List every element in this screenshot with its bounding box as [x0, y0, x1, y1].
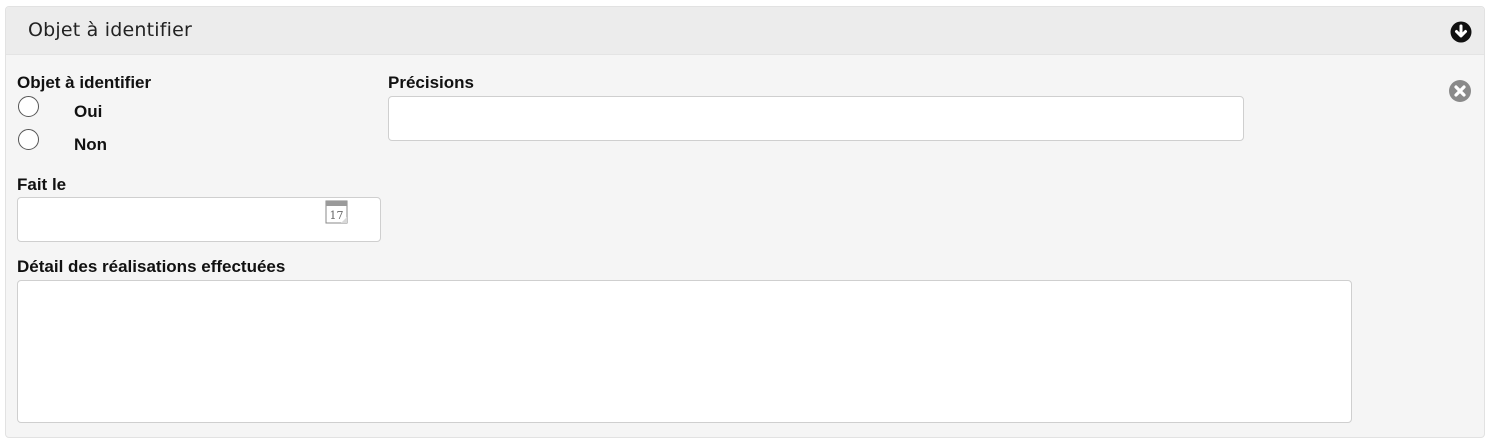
calendar-day: 17	[330, 209, 344, 222]
detail-textarea[interactable]	[17, 280, 1352, 423]
radio-oui-circle[interactable]	[18, 96, 39, 117]
fait-le-label: Fait le	[17, 175, 67, 194]
precisions-input[interactable]	[388, 96, 1244, 141]
remove-section-icon[interactable]	[1448, 79, 1472, 103]
radio-oui-label: Oui	[74, 102, 103, 121]
panel-header[interactable]: Objet à identifier	[6, 7, 1484, 55]
collapse-icon[interactable]	[1450, 21, 1472, 43]
objet-label: Objet à identifier	[17, 73, 152, 92]
calendar-icon[interactable]: 17	[325, 199, 349, 224]
detail-label: Détail des réalisations effectuées	[17, 257, 286, 276]
radio-non-label: Non	[74, 135, 108, 154]
radio-non-circle[interactable]	[18, 129, 39, 150]
precisions-label: Précisions	[388, 73, 474, 92]
panel-title: Objet à identifier	[28, 19, 193, 41]
